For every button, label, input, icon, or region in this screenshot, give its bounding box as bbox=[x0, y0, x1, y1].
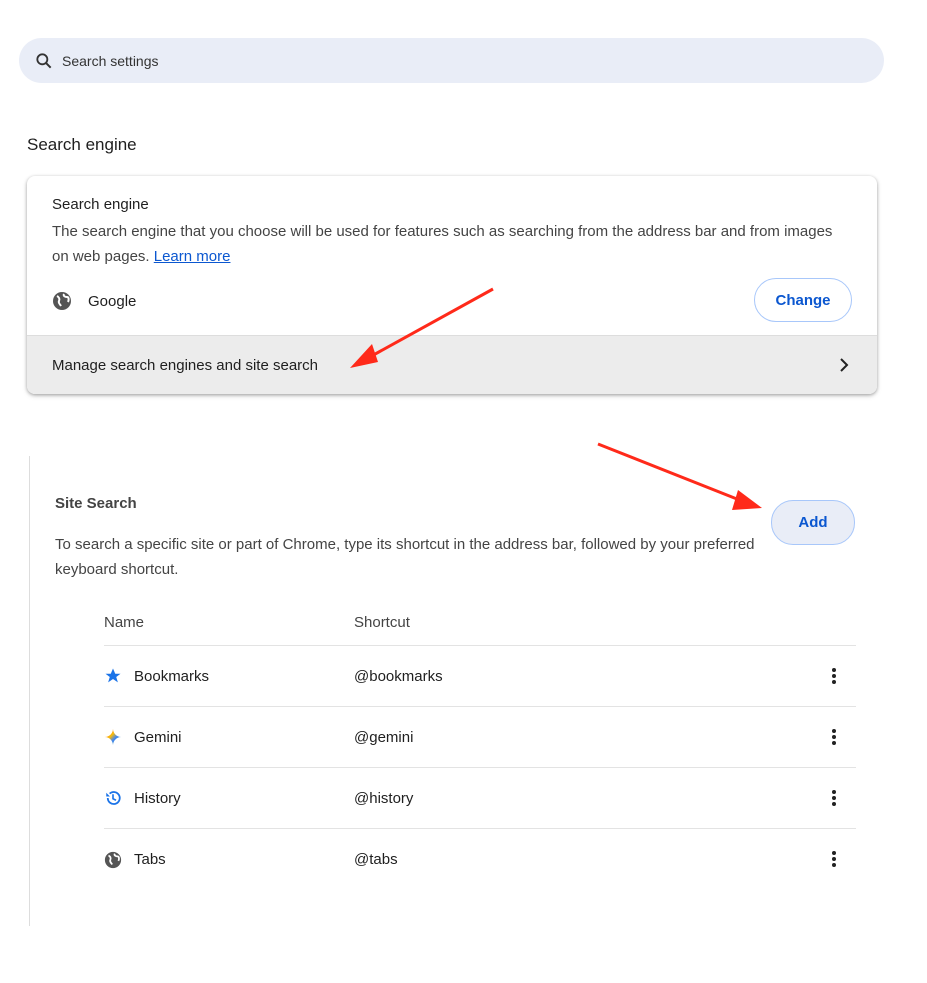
row-name: History bbox=[134, 790, 181, 807]
site-search-table: Name Shortcut Bookmarks @bookmarks Gemin… bbox=[104, 600, 856, 890]
learn-more-link[interactable]: Learn more bbox=[154, 248, 231, 265]
row-name: Tabs bbox=[134, 851, 166, 868]
more-actions-icon[interactable] bbox=[828, 727, 840, 747]
card-description: The search engine that you choose will b… bbox=[52, 219, 852, 269]
annotation-arrow-add bbox=[598, 444, 762, 510]
row-name: Gemini bbox=[134, 729, 182, 746]
row-shortcut: @gemini bbox=[354, 729, 413, 746]
star-icon bbox=[104, 667, 122, 685]
card-title: Search engine bbox=[52, 196, 149, 213]
site-search-title: Site Search bbox=[55, 495, 137, 512]
engine-name: Google bbox=[88, 293, 136, 310]
chevron-right-icon bbox=[839, 358, 849, 372]
current-engine: Google bbox=[52, 291, 136, 311]
globe-icon bbox=[52, 291, 72, 311]
manage-label: Manage search engines and site search bbox=[52, 357, 318, 374]
row-shortcut: @history bbox=[354, 790, 413, 807]
column-name: Name bbox=[104, 614, 354, 631]
more-actions-icon[interactable] bbox=[828, 849, 840, 869]
search-engine-card: Search engine The search engine that you… bbox=[27, 176, 877, 394]
table-row: Gemini @gemini bbox=[104, 707, 856, 768]
gemini-icon bbox=[104, 728, 122, 746]
change-button[interactable]: Change bbox=[754, 278, 852, 322]
table-row: Bookmarks @bookmarks bbox=[104, 646, 856, 707]
row-shortcut: @bookmarks bbox=[354, 668, 443, 685]
more-actions-icon[interactable] bbox=[828, 788, 840, 808]
globe-icon bbox=[104, 851, 122, 869]
site-search-divider bbox=[29, 456, 30, 926]
section-title: Search engine bbox=[27, 135, 137, 155]
search-settings-input[interactable]: Search settings bbox=[19, 38, 884, 83]
manage-search-engines-row[interactable]: Manage search engines and site search bbox=[27, 335, 877, 394]
table-row: History @history bbox=[104, 768, 856, 829]
table-row: Tabs @tabs bbox=[104, 829, 856, 890]
history-icon bbox=[104, 789, 122, 807]
more-actions-icon[interactable] bbox=[828, 666, 840, 686]
search-placeholder: Search settings bbox=[62, 53, 159, 69]
row-shortcut: @tabs bbox=[354, 851, 398, 868]
site-search-description: To search a specific site or part of Chr… bbox=[55, 532, 755, 582]
row-name: Bookmarks bbox=[134, 668, 209, 685]
search-icon bbox=[34, 51, 54, 71]
add-button[interactable]: Add bbox=[771, 500, 855, 545]
column-shortcut: Shortcut bbox=[354, 614, 410, 631]
table-header: Name Shortcut bbox=[104, 600, 856, 646]
